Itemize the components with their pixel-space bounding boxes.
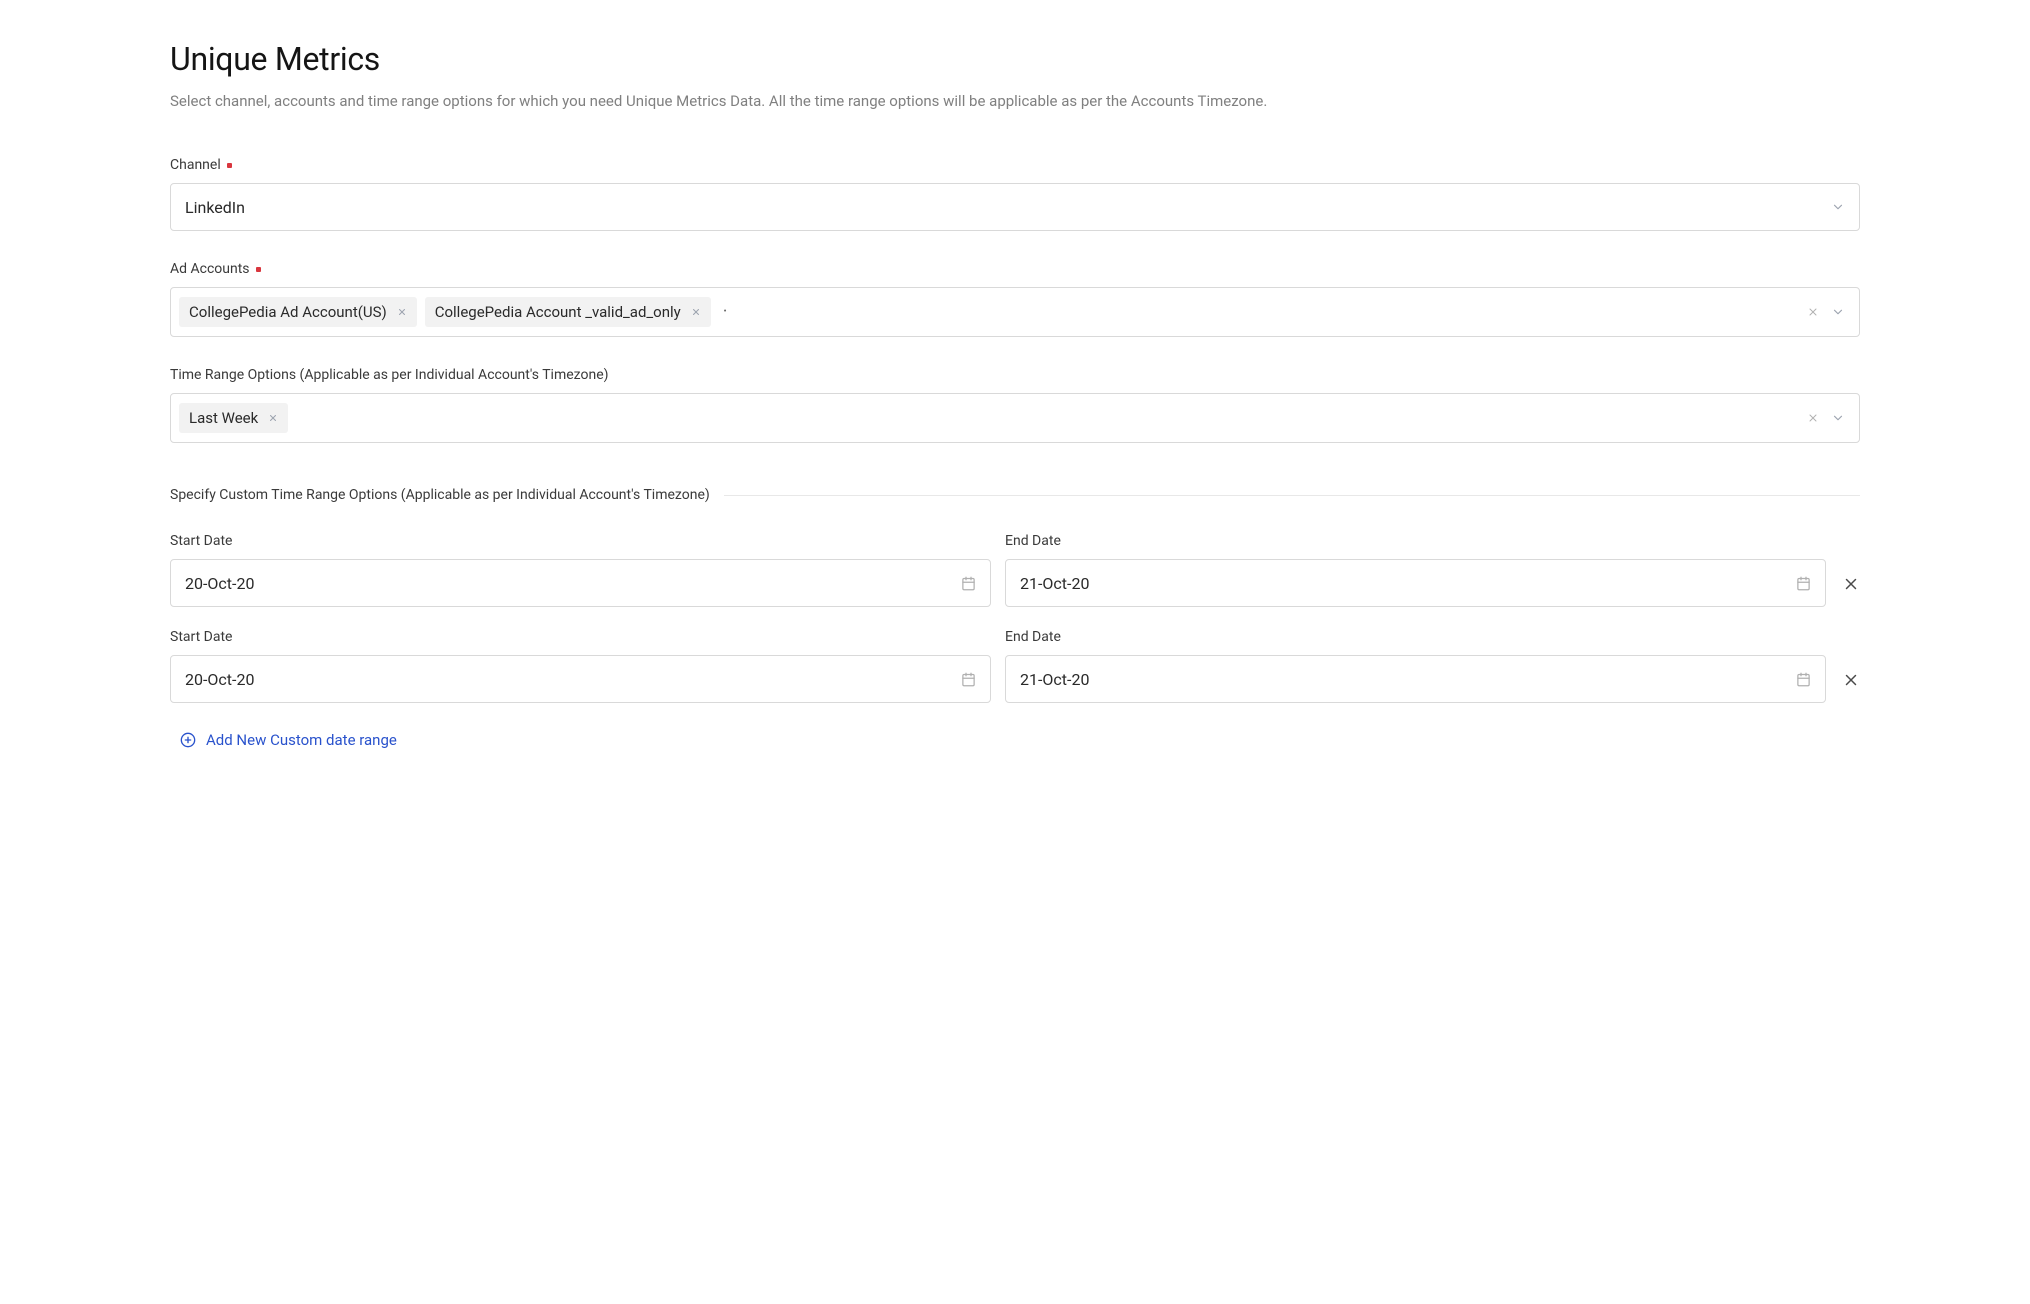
- channel-label: Channel: [170, 157, 1860, 173]
- ad-account-tag[interactable]: CollegePedia Ad Account(US): [179, 297, 417, 327]
- add-custom-date-range-label: Add New Custom date range: [206, 731, 397, 749]
- calendar-icon: [961, 576, 976, 591]
- time-range-tag-label: Last Week: [189, 409, 258, 427]
- more-indicator-icon: ·: [719, 303, 726, 321]
- date-range-row: Start Date 20-Oct-20 End Date 21-Oct-20: [170, 629, 1860, 703]
- chevron-down-icon[interactable]: [1831, 411, 1845, 425]
- remove-row-button[interactable]: [1840, 671, 1860, 703]
- calendar-icon: [1796, 672, 1811, 687]
- calendar-icon: [961, 672, 976, 687]
- calendar-icon: [1796, 576, 1811, 591]
- time-range-select[interactable]: Last Week: [170, 393, 1860, 443]
- select-actions: [1807, 305, 1851, 319]
- channel-select[interactable]: LinkedIn: [170, 183, 1860, 231]
- plus-circle-icon: [180, 732, 196, 748]
- end-date-input[interactable]: 21-Oct-20: [1005, 559, 1826, 607]
- start-date-label: Start Date: [170, 533, 991, 549]
- date-range-row: Start Date 20-Oct-20 End Date 21-Oct-20: [170, 533, 1860, 607]
- start-date-input[interactable]: 20-Oct-20: [170, 559, 991, 607]
- start-date-value: 20-Oct-20: [185, 670, 254, 689]
- channel-select-value: LinkedIn: [185, 198, 245, 217]
- start-date-label: Start Date: [170, 629, 991, 645]
- chevron-down-icon[interactable]: [1831, 305, 1845, 319]
- end-date-label: End Date: [1005, 629, 1826, 645]
- end-date-field: End Date 21-Oct-20: [1005, 629, 1826, 703]
- clear-icon[interactable]: [1807, 412, 1819, 424]
- end-date-field: End Date 21-Oct-20: [1005, 533, 1826, 607]
- ad-account-tag[interactable]: CollegePedia Account _valid_ad_only: [425, 297, 711, 327]
- channel-label-text: Channel: [170, 157, 221, 173]
- ad-accounts-label: Ad Accounts: [170, 261, 1860, 277]
- time-range-field: Time Range Options (Applicable as per In…: [170, 367, 1860, 443]
- clear-icon[interactable]: [1807, 306, 1819, 318]
- end-date-label: End Date: [1005, 533, 1826, 549]
- divider-line: [724, 495, 1860, 496]
- add-custom-date-range-button[interactable]: Add New Custom date range: [180, 731, 397, 749]
- end-date-value: 21-Oct-20: [1020, 574, 1089, 593]
- start-date-value: 20-Oct-20: [185, 574, 254, 593]
- custom-range-section-label: Specify Custom Time Range Options (Appli…: [170, 487, 710, 503]
- ad-accounts-field: Ad Accounts CollegePedia Ad Account(US) …: [170, 261, 1860, 337]
- page-description: Select channel, accounts and time range …: [170, 90, 1860, 113]
- custom-range-section-header: Specify Custom Time Range Options (Appli…: [170, 487, 1860, 503]
- select-actions: [1807, 411, 1851, 425]
- chevron-down-icon: [1831, 200, 1845, 214]
- time-range-label-text: Time Range Options (Applicable as per In…: [170, 367, 609, 383]
- ad-accounts-select[interactable]: CollegePedia Ad Account(US) CollegePedia…: [170, 287, 1860, 337]
- close-icon[interactable]: [691, 307, 701, 317]
- channel-field: Channel LinkedIn: [170, 157, 1860, 231]
- time-range-tags: Last Week: [179, 403, 1799, 433]
- page-title: Unique Metrics: [170, 40, 1860, 78]
- start-date-input[interactable]: 20-Oct-20: [170, 655, 991, 703]
- end-date-input[interactable]: 21-Oct-20: [1005, 655, 1826, 703]
- time-range-tag[interactable]: Last Week: [179, 403, 288, 433]
- close-icon[interactable]: [397, 307, 407, 317]
- end-date-value: 21-Oct-20: [1020, 670, 1089, 689]
- required-indicator-icon: [256, 267, 261, 272]
- start-date-field: Start Date 20-Oct-20: [170, 533, 991, 607]
- ad-accounts-tags: CollegePedia Ad Account(US) CollegePedia…: [179, 297, 1799, 327]
- ad-account-tag-label: CollegePedia Account _valid_ad_only: [435, 303, 681, 321]
- ad-account-tag-label: CollegePedia Ad Account(US): [189, 303, 387, 321]
- time-range-label: Time Range Options (Applicable as per In…: [170, 367, 1860, 383]
- close-icon[interactable]: [268, 413, 278, 423]
- ad-accounts-label-text: Ad Accounts: [170, 261, 250, 277]
- remove-row-button[interactable]: [1840, 575, 1860, 607]
- required-indicator-icon: [227, 163, 232, 168]
- start-date-field: Start Date 20-Oct-20: [170, 629, 991, 703]
